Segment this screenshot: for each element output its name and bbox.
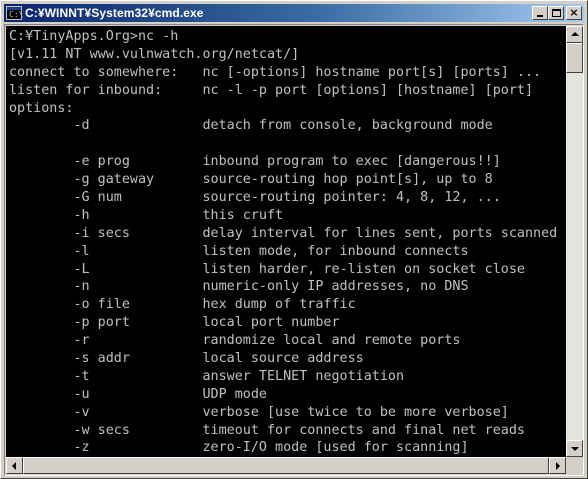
window-controls: × [532,6,582,20]
scroll-right-button[interactable] [549,457,566,474]
console-line: C:¥TinyApps.Org>nc -h [9,29,179,44]
console-line: -z zero-I/O mode [used for scanning] [9,440,469,456]
close-icon: × [569,6,579,19]
console-line: -p port local port number [9,315,340,331]
console-line: -g gateway source-routing hop point[s], … [9,172,493,188]
console-line: -u UDP mode [9,386,267,402]
console-line: listen for inbound: nc -l -p port [optio… [9,82,534,98]
console-line: connect to somewhere: nc [-options] host… [9,64,542,80]
horizontal-scrollbar[interactable] [6,457,566,474]
console-line: -s addr local source address [9,351,364,367]
console-line: -o file hex dump of traffic [9,297,356,313]
console-line: -h this cruft [9,207,284,223]
console-line: -w secs timeout for connects and final n… [9,422,525,438]
scroll-down-button[interactable] [566,440,583,457]
size-grip [566,457,583,474]
cmd-window: C:\ C:¥WINNT¥System32¥cmd.exe × C:¥TinyA… [0,0,588,479]
close-button[interactable]: × [566,6,582,20]
cmd-icon-glyph: C:\ [9,10,24,19]
console-line: -r randomize local and remote ports [9,333,461,349]
vertical-scroll-thumb[interactable] [566,43,583,73]
console-output[interactable]: C:¥TinyApps.Org>nc -h [v1.11 NT www.vulnw… [6,26,566,457]
cmd-app-icon[interactable]: C:\ [6,6,24,20]
arrow-up-icon [571,32,579,36]
scroll-left-button[interactable] [6,457,23,474]
console-line: -i secs delay interval for lines sent, p… [9,225,558,241]
console-line: -e prog inbound program to exec [dangero… [9,154,501,170]
arrow-down-icon [571,447,579,451]
minimize-button[interactable] [532,6,548,20]
maximize-icon [552,9,561,17]
console-line: options: [9,100,74,116]
console-line: -G num source-routing pointer: 4, 8, 12,… [9,190,501,206]
console-frame: C:¥TinyApps.Org>nc -h [v1.11 NT www.vulnw… [4,24,584,476]
console-line: -v verbose [use twice to be more verbose… [9,404,509,420]
arrow-left-icon [12,462,16,470]
horizontal-scroll-thumb[interactable] [23,457,549,474]
maximize-button[interactable] [548,6,564,20]
arrow-right-icon [556,462,560,470]
scroll-up-button[interactable] [566,26,583,43]
title-bar[interactable]: C:\ C:¥WINNT¥System32¥cmd.exe × [4,4,584,22]
console-line: -n numeric-only IP addresses, no DNS [9,279,469,295]
console-line: [v1.11 NT www.vulnwatch.org/netcat/] [9,46,300,62]
console-line: -t answer TELNET negotiation [9,368,405,384]
console-line: -L listen harder, re-listen on socket cl… [9,261,525,277]
window-title: C:¥WINNT¥System32¥cmd.exe [25,6,204,20]
vertical-scrollbar[interactable] [566,26,583,457]
console-line: -l listen mode, for inbound connects [9,243,469,259]
console-line: -d detach from console, background mode [9,118,493,134]
minimize-icon [537,15,543,17]
